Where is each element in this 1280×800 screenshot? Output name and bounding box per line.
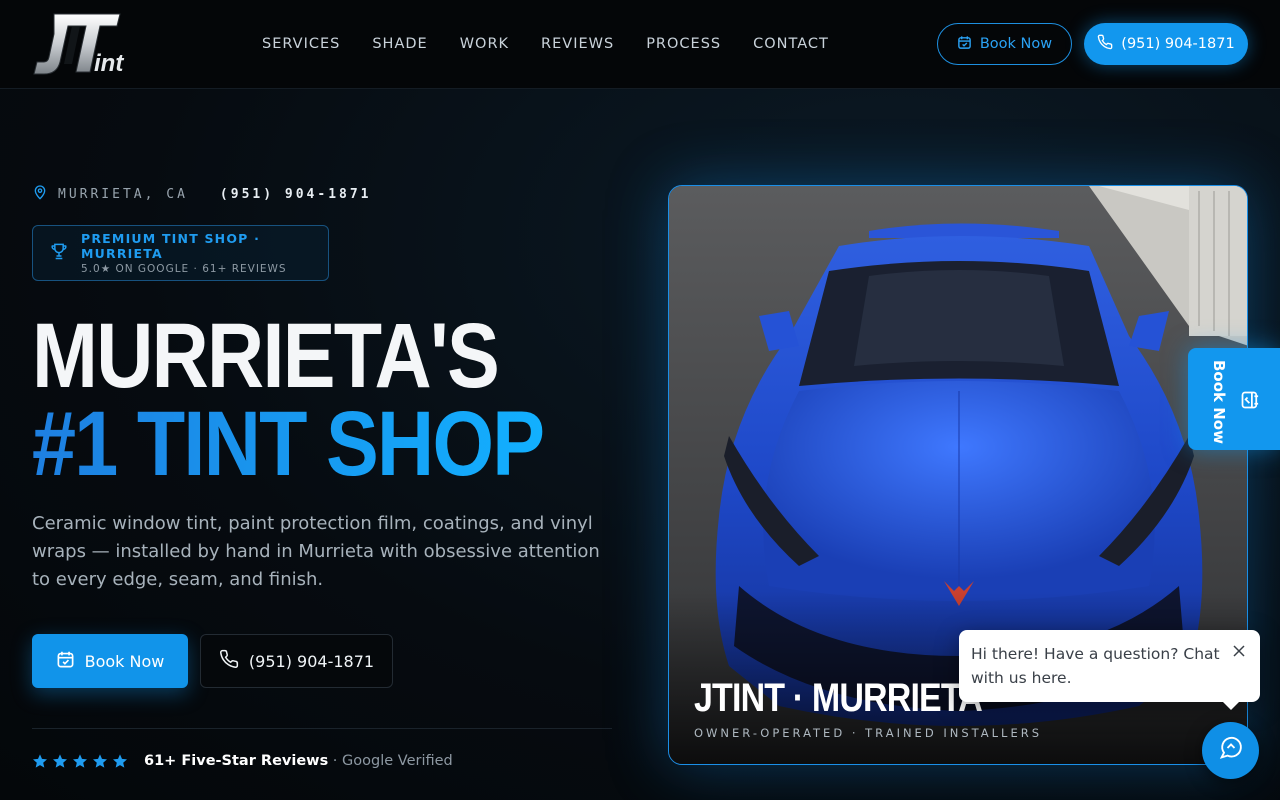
headline-line-1: MURRIETA'S <box>32 305 500 407</box>
nav-contact[interactable]: CONTACT <box>753 36 829 52</box>
card-title: JTINT · MURRIETA <box>694 676 983 720</box>
rating-stars <box>32 753 128 769</box>
jtint-logo[interactable]: int <box>32 12 132 77</box>
chat-bubble-icon <box>1217 734 1245 767</box>
chat-launcher-button[interactable] <box>1202 722 1259 779</box>
nav-services[interactable]: SERVICES <box>262 36 340 52</box>
reviews-summary: 61+ Five-Star Reviews · Google Verified <box>144 753 453 769</box>
side-book-label: Book Now <box>1210 360 1228 444</box>
star-icon <box>113 754 127 768</box>
star-icon <box>53 754 67 768</box>
header-phone-button[interactable]: (951) 904-1871 <box>1084 23 1248 65</box>
nav-process[interactable]: PROCESS <box>646 36 721 52</box>
nav-reviews[interactable]: REVIEWS <box>541 36 614 52</box>
card-subtitle: OWNER-OPERATED · TRAINED INSTALLERS <box>694 726 1042 740</box>
reviews-verified: · Google Verified <box>328 753 453 769</box>
site-header: int SERVICES SHADE WORK REVIEWS PROCESS … <box>0 0 1280 89</box>
hero-call-label: (951) 904-1871 <box>248 651 375 671</box>
phone-icon <box>219 649 239 673</box>
header-book-label: Book Now <box>979 36 1053 52</box>
star-icon <box>33 754 47 768</box>
location-phone[interactable]: (951) 904-1871 <box>220 187 372 202</box>
main-nav: SERVICES SHADE WORK REVIEWS PROCESS CONT… <box>262 0 829 88</box>
star-icon <box>73 754 87 768</box>
close-icon[interactable] <box>1231 643 1247 659</box>
location-line: MURRIETA, CA (951) 904-1871 <box>32 183 372 205</box>
star-icon <box>93 754 107 768</box>
trophy-icon <box>49 241 69 266</box>
hero-book-label: Book Now <box>84 651 165 671</box>
reviews-count: 61+ Five-Star Reviews <box>144 753 329 769</box>
header-book-button[interactable]: Book Now <box>937 23 1072 65</box>
hero-headline: MURRIETA'S #1 TINT SHOP <box>32 305 545 495</box>
hero-book-button[interactable]: Book Now <box>32 634 188 688</box>
badge-subtitle: 5.0★ ON GOOGLE · 61+ REVIEWS <box>81 263 287 275</box>
map-pin-icon <box>32 183 48 205</box>
hero-divider <box>32 728 612 729</box>
hero-call-button[interactable]: (951) 904-1871 <box>200 634 393 688</box>
chat-message: Hi there! Have a question? Chat with us … <box>971 645 1220 687</box>
calendar-icon <box>1240 390 1260 415</box>
calendar-icon <box>957 35 972 54</box>
calendar-icon <box>56 650 75 673</box>
nav-shade[interactable]: SHADE <box>372 36 427 52</box>
logo-sub-text: int <box>94 50 124 77</box>
location-city: MURRIETA, CA <box>58 186 188 202</box>
headline-line-2: #1 TINT SHOP <box>32 393 545 495</box>
chat-popup-tail <box>1221 700 1241 710</box>
hero-description: Ceramic window tint, paint protection fi… <box>32 513 600 590</box>
nav-work[interactable]: WORK <box>460 36 509 52</box>
premium-badge: PREMIUM TINT SHOP · MURRIETA 5.0★ ON GOO… <box>32 225 329 281</box>
phone-icon <box>1097 34 1113 54</box>
badge-title: PREMIUM TINT SHOP · MURRIETA <box>81 231 261 261</box>
side-book-tab[interactable]: Book Now <box>1188 348 1280 450</box>
header-phone-label: (951) 904-1871 <box>1121 36 1235 52</box>
chat-popup: Hi there! Have a question? Chat with us … <box>959 630 1260 710</box>
